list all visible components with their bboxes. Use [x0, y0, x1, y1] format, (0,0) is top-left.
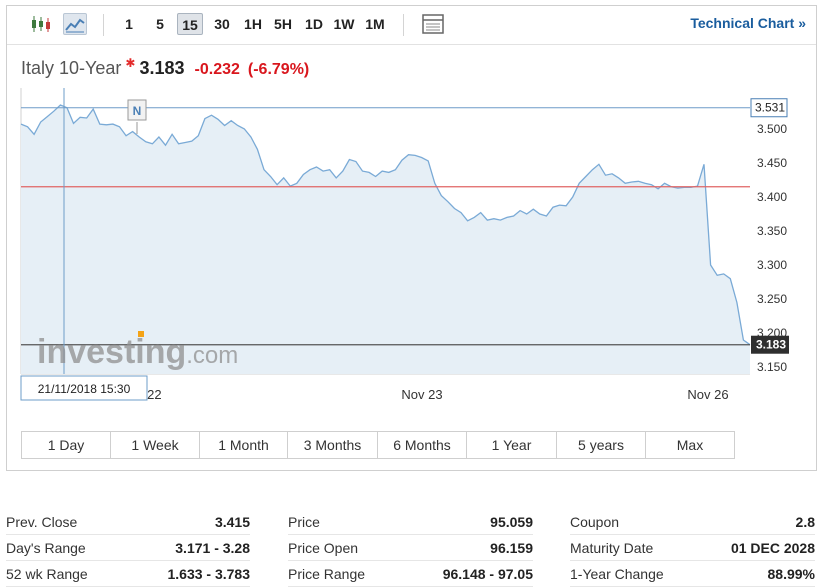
watermark-accent-dot: [138, 331, 144, 337]
stat-label: Price: [288, 509, 408, 535]
event-flag-label: N: [133, 104, 142, 118]
stat-label: Prev. Close: [6, 509, 116, 535]
price-chart[interactable]: N3.5003.4503.4003.3503.3003.2503.2003.15…: [7, 6, 816, 424]
range-button-1-week[interactable]: 1 Week: [111, 432, 200, 458]
watermark-suffix: .com: [186, 342, 238, 369]
range-button-1-day[interactable]: 1 Day: [22, 432, 111, 458]
y-axis-tick-label: 3.500: [757, 122, 787, 136]
y-axis-tick-label: 3.350: [757, 224, 787, 238]
stat-value: 2.8: [690, 509, 815, 535]
last-price-axis-label: 3.183: [756, 338, 786, 352]
x-axis-tick-label: Nov 23: [401, 387, 442, 402]
range-button-3-months[interactable]: 3 Months: [288, 432, 378, 458]
stats-row: 52 wk Range 1.633 - 3.783: [6, 560, 250, 587]
time-range-selector: 1 Day 1 Week 1 Month 3 Months 6 Months 1 Year…: [21, 431, 735, 459]
stat-label: Price Open: [288, 534, 408, 561]
range-button-max[interactable]: Max: [646, 432, 734, 458]
stats-row: Coupon 2.8: [570, 509, 815, 535]
y-axis-tick-label: 3.450: [757, 156, 787, 170]
y-axis-tick-label: 3.150: [757, 360, 787, 374]
stat-value: 96.159: [408, 534, 533, 561]
stat-label: Maturity Date: [570, 534, 690, 561]
stat-label: 1-Year Change: [570, 560, 690, 587]
stat-value: 3.415: [116, 509, 250, 535]
x-axis-tick-label: Nov 26: [687, 387, 728, 402]
stat-value: 1.633 - 3.783: [116, 560, 250, 587]
crosshair-date-label: 21/11/2018 15:30: [38, 382, 131, 396]
range-button-5-years[interactable]: 5 years: [557, 432, 646, 458]
range-button-1-year[interactable]: 1 Year: [467, 432, 557, 458]
stats-row: Price Range 96.148 - 97.05: [288, 560, 533, 587]
stats-row: Maturity Date 01 DEC 2028: [570, 534, 815, 561]
stat-value: 96.148 - 97.05: [408, 560, 533, 587]
stat-label: Price Range: [288, 560, 408, 587]
stat-label: Day's Range: [6, 534, 116, 561]
stat-value: 88.99%: [690, 560, 815, 587]
y-axis-tick-label: 3.250: [757, 292, 787, 306]
y-axis-tick-label: 3.400: [757, 190, 787, 204]
stats-row: Prev. Close 3.415: [6, 509, 250, 535]
stats-column-1: Prev. Close 3.415 Day's Range 3.171 - 3.28 5…: [6, 509, 250, 587]
stats-row: Price 95.059: [288, 509, 533, 535]
stats-row: Price Open 96.159: [288, 534, 533, 561]
crosshair-price-label: 3.531: [755, 101, 785, 115]
stat-value: 01 DEC 2028: [690, 534, 815, 561]
watermark-brand: investing: [37, 333, 186, 371]
stat-value: 3.171 - 3.28: [116, 534, 250, 561]
y-axis-tick-label: 3.300: [757, 258, 787, 272]
stats-row: Day's Range 3.171 - 3.28: [6, 534, 250, 561]
stat-value: 95.059: [408, 509, 533, 535]
stats-row: 1-Year Change 88.99%: [570, 560, 815, 587]
stat-label: Coupon: [570, 509, 690, 535]
stats-column-3: Coupon 2.8 Maturity Date 01 DEC 2028 1-Year …: [570, 509, 815, 587]
chart-widget: 1 5 15 30 1H 5H 1D 1W 1M Technical Chart » Italy…: [6, 5, 817, 471]
range-button-6-months[interactable]: 6 Months: [378, 432, 467, 458]
stat-label: 52 wk Range: [6, 560, 116, 587]
range-button-1-month[interactable]: 1 Month: [200, 432, 288, 458]
stats-column-2: Price 95.059 Price Open 96.159 Price Range 96…: [288, 509, 533, 587]
